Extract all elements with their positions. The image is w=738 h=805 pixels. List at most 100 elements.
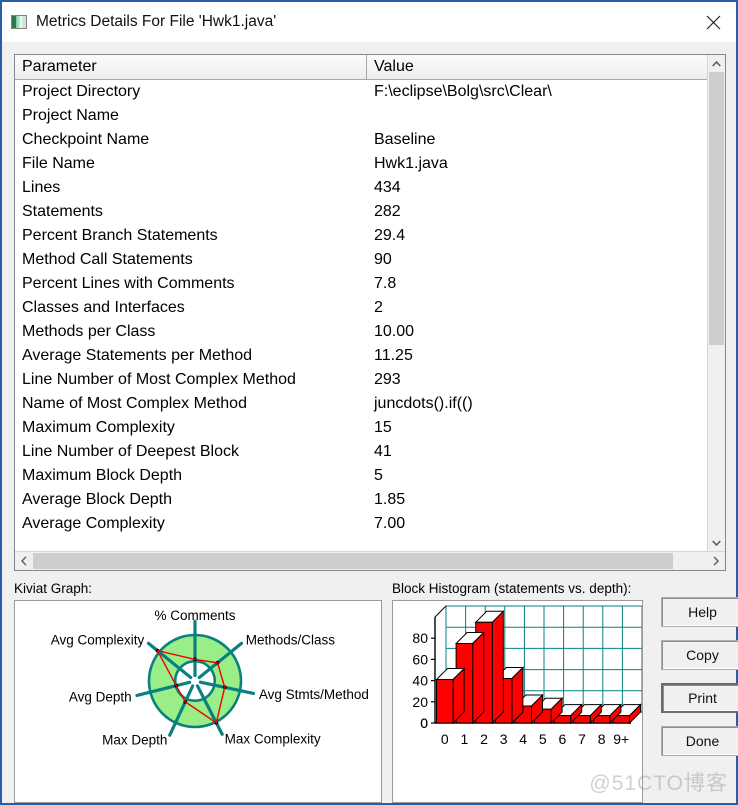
table-body: Project Directory F:\eclipse\Bolg\src\Cle… [15, 80, 707, 551]
table-row[interactable]: Maximum Complexity 15 [15, 416, 707, 440]
button-column: Help Copy Print Done [661, 581, 738, 803]
cell-parameter: Average Complexity [22, 515, 165, 532]
cell-value: 282 [374, 203, 401, 220]
histogram-ytick: 20 [412, 694, 428, 710]
table-row[interactable]: Line Number of Most Complex Method 293 [15, 368, 707, 392]
cell-parameter: Lines [22, 179, 61, 196]
histogram-panel: Block Histogram (statements vs. depth): … [392, 581, 643, 803]
vertical-scroll-thumb[interactable] [709, 72, 724, 345]
cell-parameter: Methods per Class [22, 323, 156, 340]
column-header-value[interactable]: Value [367, 55, 707, 79]
vertical-scroll-track[interactable] [708, 72, 725, 534]
cell-value: 15 [374, 419, 392, 436]
histogram-ytick-zero: 0 [420, 715, 428, 731]
histogram-xtick: 6 [559, 731, 567, 747]
scroll-right-icon[interactable] [707, 552, 725, 570]
table-row[interactable]: Method Call Statements 90 [15, 248, 707, 272]
table-row[interactable]: Percent Branch Statements 29.4 [15, 224, 707, 248]
metrics-details-window: Metrics Details For File 'Hwk1.java' Par… [0, 0, 738, 805]
window-title: Metrics Details For File 'Hwk1.java' [36, 13, 277, 30]
cell-parameter: Method Call Statements [22, 251, 193, 268]
histogram-xtick: 9+ [613, 731, 629, 747]
table-row[interactable]: Lines 434 [15, 176, 707, 200]
metrics-table: Parameter Value Project Directory F:\ecli… [14, 54, 726, 571]
scroll-up-icon[interactable] [708, 55, 725, 72]
histogram-label: Block Histogram (statements vs. depth): [392, 581, 632, 596]
table-row[interactable]: Checkpoint Name Baseline [15, 128, 707, 152]
histogram-xtick: 5 [539, 731, 547, 747]
scroll-left-icon[interactable] [15, 552, 33, 570]
histogram-xtick: 0 [441, 731, 449, 747]
kiviat-axis-label: Methods/Class [246, 632, 336, 647]
kiviat-axis-label: % Comments [154, 608, 235, 623]
cell-parameter: Classes and Interfaces [22, 299, 185, 316]
horizontal-scrollbar[interactable] [15, 551, 725, 570]
table-row[interactable]: Average Complexity 7.00 [15, 512, 707, 536]
cell-value: Hwk1.java [374, 155, 448, 172]
cell-parameter: Percent Branch Statements [22, 227, 218, 244]
cell-value: 2 [374, 299, 383, 316]
histogram-xtick: 4 [519, 731, 527, 747]
kiviat-panel: Kiviat Graph: % Comments Methods/Class Avg… [14, 581, 382, 803]
horizontal-scroll-thumb[interactable] [33, 553, 674, 569]
table-header-row: Parameter Value [15, 55, 707, 80]
cell-parameter: Maximum Complexity [22, 419, 175, 436]
table-row[interactable]: Classes and Interfaces 2 [15, 296, 707, 320]
histogram-ytick: 80 [412, 630, 428, 646]
table-row[interactable]: File Name Hwk1.java [15, 152, 707, 176]
cell-value: 5 [374, 467, 383, 484]
kiviat-graph[interactable]: % Comments Methods/Class Avg Stmts/Method M… [14, 600, 382, 803]
cell-parameter: Name of Most Complex Method [22, 395, 247, 412]
cell-parameter: Project Name [22, 107, 119, 124]
column-header-parameter[interactable]: Parameter [15, 55, 367, 79]
cell-value: 434 [374, 179, 401, 196]
cell-parameter: Average Statements per Method [22, 347, 253, 364]
table-row[interactable]: Maximum Block Depth 5 [15, 464, 707, 488]
cell-parameter: Checkpoint Name [22, 131, 150, 148]
cell-parameter: Statements [22, 203, 103, 220]
metrics-icon [11, 15, 27, 29]
kiviat-axis-label: Max Depth [102, 733, 167, 748]
cell-value: 7.00 [374, 515, 406, 532]
cell-value: juncdots().if(() [374, 395, 473, 412]
histogram-xtick: 1 [461, 731, 469, 747]
table-row[interactable]: Average Statements per Method 11.25 [15, 344, 707, 368]
cell-value: 41 [374, 443, 392, 460]
kiviat-label: Kiviat Graph: [14, 581, 93, 596]
histogram-ytick: 40 [412, 673, 428, 689]
table-row[interactable]: Project Name [15, 104, 707, 128]
cell-parameter: Maximum Block Depth [22, 467, 183, 484]
cell-value: 10.00 [374, 323, 415, 340]
cell-value: Baseline [374, 131, 436, 148]
vertical-scrollbar[interactable] [707, 55, 725, 551]
print-button[interactable]: Print [661, 683, 738, 713]
horizontal-scroll-track[interactable] [33, 552, 707, 570]
cell-parameter: Project Directory [22, 83, 141, 100]
cell-value: 11.25 [374, 347, 413, 364]
cell-parameter: Line Number of Deepest Block [22, 443, 239, 460]
copy-button[interactable]: Copy [661, 640, 738, 670]
table-row[interactable]: Percent Lines with Comments 7.8 [15, 272, 707, 296]
histogram-xtick: 2 [480, 731, 488, 747]
table-row[interactable]: Average Block Depth 1.85 [15, 488, 707, 512]
kiviat-axis-label: Max Complexity [225, 732, 321, 747]
scroll-down-icon[interactable] [708, 534, 725, 551]
close-icon[interactable] [690, 2, 736, 42]
cell-parameter: Average Block Depth [22, 491, 173, 508]
table-row[interactable]: Name of Most Complex Method juncdots().if… [15, 392, 707, 416]
table-row[interactable]: Statements 282 [15, 200, 707, 224]
histogram-xtick: 3 [500, 731, 508, 747]
table-row[interactable]: Project Directory F:\eclipse\Bolg\src\Cle… [15, 80, 707, 104]
cell-parameter: File Name [22, 155, 95, 172]
table-row[interactable]: Line Number of Deepest Block 41 [15, 440, 707, 464]
title-bar: Metrics Details For File 'Hwk1.java' [2, 2, 736, 42]
histogram-bar [435, 667, 466, 725]
kiviat-axis-label: Avg Depth [69, 689, 132, 704]
bottom-area: Kiviat Graph: % Comments Methods/Class Avg… [2, 571, 738, 803]
cell-value: 7.8 [374, 275, 397, 292]
done-button[interactable]: Done [661, 726, 738, 756]
histogram-ytick: 60 [412, 651, 428, 667]
table-row[interactable]: Methods per Class 10.00 [15, 320, 707, 344]
block-histogram[interactable]: 0 20 40 60 80 0 1 2 3 4 5 6 7 8 9+ 0 [392, 600, 643, 803]
help-button[interactable]: Help [661, 597, 738, 627]
